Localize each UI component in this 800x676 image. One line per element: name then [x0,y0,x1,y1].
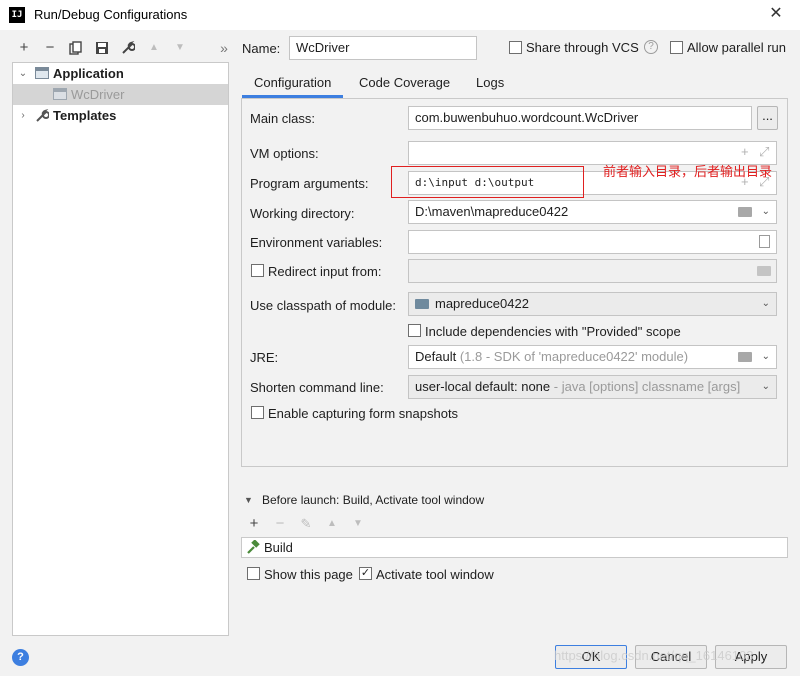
browse-button[interactable]: ... [757,106,778,130]
activate-tool-window-label: Activate tool window [376,567,494,582]
expand-icon[interactable]: ⤢ [759,144,769,160]
arrow-up-icon[interactable]: ▲ [322,514,342,534]
configuration-tree[interactable]: ⌄ Application WcDriver › Templates [12,62,229,636]
document-icon[interactable] [759,235,770,248]
tab-configuration[interactable]: Configuration [242,72,344,98]
classpath-module-select[interactable]: mapreduce0422 ⌄ [408,292,777,316]
shorten-command-label: Shorten command line: [250,380,384,395]
tab-logs[interactable]: Logs [464,72,516,98]
redirect-input-field [408,259,777,283]
intellij-app-icon: IJ [9,7,25,23]
share-vcs-label: Share through VCS [526,40,639,55]
folder-icon[interactable] [738,352,752,362]
working-directory-field[interactable]: D:\maven\mapreduce0422 ⌄ [408,200,777,224]
working-directory-label: Working directory: [250,206,355,221]
show-page-checkbox[interactable] [247,567,260,580]
jre-label: JRE: [250,350,279,365]
help-icon[interactable]: ? [644,40,658,54]
activate-tool-window-checkbox[interactable]: ✓ [359,567,372,580]
before-launch-title: Before launch: Build, Activate tool wind… [262,493,485,507]
tree-item-wcdriver[interactable]: WcDriver [13,84,228,105]
share-vcs-checkbox[interactable] [509,41,522,54]
show-page-label: Show this page [264,567,353,582]
capture-snapshots-checkbox[interactable] [251,406,264,419]
chevron-right-icon[interactable]: › [17,105,29,126]
name-label: Name: [242,41,281,56]
vm-options-label: VM options: [250,146,319,161]
folder-icon[interactable] [738,207,752,217]
pencil-icon[interactable]: ✎ [296,514,316,534]
plus-icon[interactable]: + [741,144,749,159]
allow-parallel-checkbox[interactable] [670,41,683,54]
classpath-module-value: mapreduce0422 [435,296,529,311]
jre-value: Default [415,349,457,364]
close-icon[interactable]: ✕ [766,4,786,24]
arrow-down-icon[interactable]: ▼ [170,38,190,58]
tree-item-label: WcDriver [71,87,125,102]
application-icon [53,88,67,100]
wrench-icon[interactable] [118,38,138,58]
environment-variables-label: Environment variables: [250,235,383,250]
main-class-field[interactable]: com.buwenbuhuo.wordcount.WcDriver [408,106,752,130]
chevron-down-icon[interactable]: ⌄ [762,346,770,368]
include-dependencies-checkbox[interactable] [408,324,421,337]
module-icon [415,299,429,309]
tree-item-application[interactable]: ⌄ Application [13,63,228,84]
redirect-input-label: Redirect input from: [268,264,382,279]
include-dependencies-label: Include dependencies with "Provided" sco… [425,324,681,339]
jre-select[interactable]: Default (1.8 - SDK of 'mapreduce0422' mo… [408,345,777,369]
redirect-input-checkbox[interactable] [251,264,264,277]
working-directory-value: D:\maven\mapreduce0422 [415,204,569,219]
plus-icon[interactable]: + [14,38,34,58]
window-title: Run/Debug Configurations [34,7,188,22]
minus-icon[interactable]: − [40,38,60,58]
shorten-command-hint: - java [options] classname [args] [550,379,741,394]
jre-hint: (1.8 - SDK of 'mapreduce0422' module) [456,349,689,364]
tree-item-label: Templates [53,108,117,123]
collapse-triangle-icon[interactable]: ▼ [244,495,253,505]
tab-code-coverage[interactable]: Code Coverage [347,72,462,98]
shorten-command-select[interactable]: user-local default: none - java [options… [408,375,777,399]
save-icon[interactable] [92,38,112,58]
capture-snapshots-label: Enable capturing form snapshots [268,406,459,421]
application-icon [35,67,49,79]
chevron-down-icon[interactable]: ⌄ [762,293,770,315]
list-item-label: Build [264,540,293,555]
plus-icon[interactable]: + [244,514,264,534]
hammer-icon [246,539,260,557]
list-item[interactable]: Build [242,538,787,557]
arrow-down-icon[interactable]: ▼ [348,514,368,534]
copy-icon[interactable] [66,38,86,58]
allow-parallel-label: Allow parallel run [687,40,786,55]
before-launch-list[interactable]: Build [241,537,788,558]
minus-icon[interactable]: − [270,514,290,534]
environment-variables-field[interactable] [408,230,777,254]
shorten-command-value: user-local default: none [415,379,551,394]
folder-icon [757,266,771,276]
double-chevron-right-icon[interactable]: » [214,38,234,58]
tree-item-label: Application [53,66,124,81]
main-class-label: Main class: [250,111,316,126]
annotation-text: 前者输入目录，后者输出目录 [603,164,773,179]
chevron-down-icon[interactable]: ⌄ [17,63,29,84]
tree-item-templates[interactable]: › Templates [13,105,228,126]
help-icon[interactable]: ? [12,649,29,666]
program-arguments-label: Program arguments: [250,176,369,191]
chevron-down-icon[interactable]: ⌄ [762,376,770,398]
name-field[interactable]: WcDriver [289,36,477,60]
chevron-down-icon[interactable]: ⌄ [762,201,770,223]
watermark: https://blog.csdn.net/qq_16146103 [554,648,754,663]
arrow-up-icon[interactable]: ▲ [144,38,164,58]
annotation-box [391,166,584,198]
classpath-module-label: Use classpath of module: [250,298,396,313]
wrench-icon [35,105,50,129]
